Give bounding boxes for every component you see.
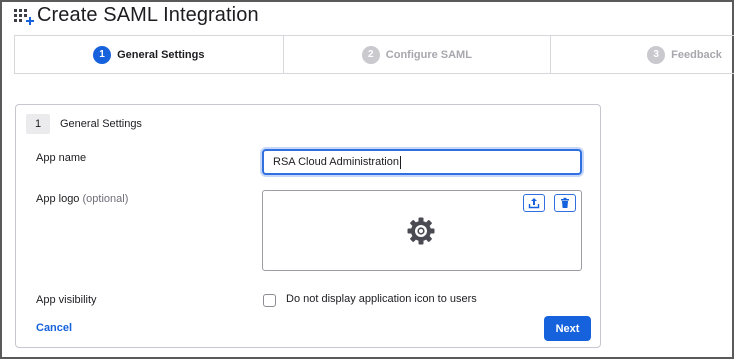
trash-icon — [561, 197, 569, 208]
hide-icon-checkbox-label[interactable]: Do not display application icon to users — [286, 293, 477, 305]
step-label: General Settings — [117, 48, 205, 61]
upload-icon — [528, 198, 540, 209]
step-general-settings[interactable]: 1 General Settings — [15, 36, 284, 73]
next-button[interactable]: Next — [544, 316, 591, 341]
wizard-stepper: 1 General Settings 2 Configure SAML 3 Fe… — [14, 35, 734, 74]
general-settings-card: 1 General Settings App name RSA Cloud Ad… — [15, 104, 601, 348]
apps-add-icon — [13, 4, 35, 26]
text-caret — [399, 155, 401, 169]
gear-icon — [406, 216, 436, 246]
page-header: Create SAML Integration — [13, 2, 259, 28]
app-visibility-label: App visibility — [36, 294, 97, 306]
app-logo-dropzone[interactable] — [262, 190, 582, 271]
section-number: 1 — [26, 114, 50, 134]
cancel-link[interactable]: Cancel — [36, 322, 72, 334]
page-title: Create SAML Integration — [37, 3, 259, 26]
upload-button[interactable] — [523, 194, 545, 212]
app-name-label: App name — [36, 152, 87, 164]
step-configure-saml[interactable]: 2 Configure SAML — [284, 36, 552, 73]
section-title: General Settings — [60, 118, 142, 130]
step-label: Configure SAML — [385, 48, 472, 61]
step-number: 1 — [93, 45, 112, 64]
step-number: 3 — [647, 45, 666, 64]
app-logo-label-text: App logo — [36, 193, 80, 205]
step-feedback[interactable]: 3 Feedback — [551, 36, 734, 73]
app-name-input[interactable]: RSA Cloud Administration — [262, 149, 582, 175]
app-logo-label: App logo (optional) — [36, 193, 128, 205]
step-label: Feedback — [671, 48, 722, 61]
step-number: 2 — [361, 45, 380, 64]
app-name-value: RSA Cloud Administration — [273, 156, 399, 168]
optional-hint: (optional) — [82, 193, 129, 205]
section-header: 1 General Settings — [26, 114, 142, 134]
hide-icon-checkbox[interactable] — [263, 294, 276, 307]
delete-button[interactable] — [554, 194, 576, 212]
